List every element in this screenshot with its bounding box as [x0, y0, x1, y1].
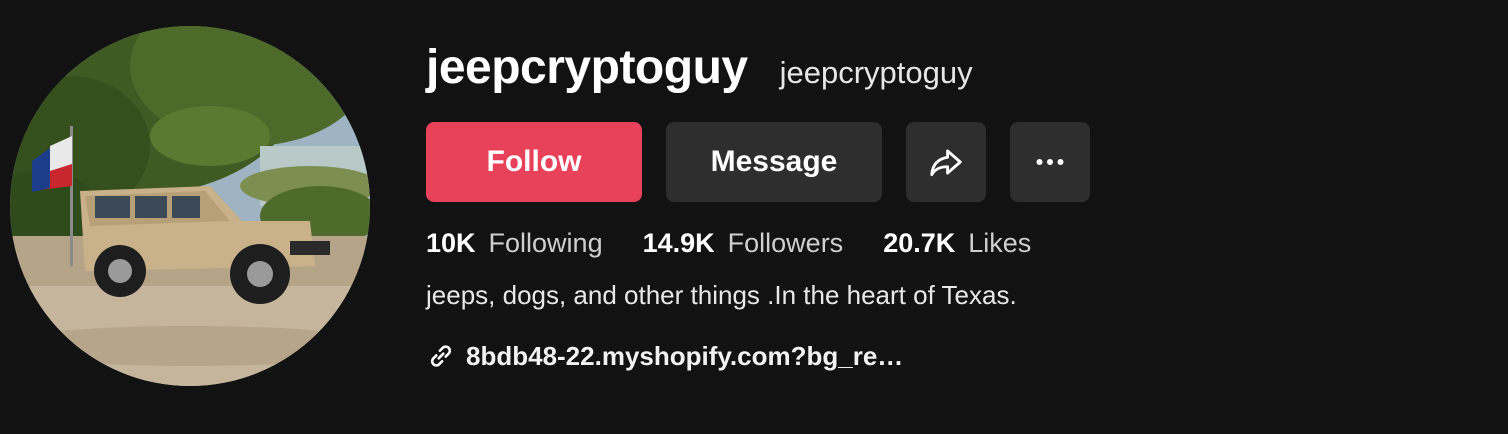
username: jeepcryptoguy — [426, 41, 748, 94]
action-buttons: Follow Message — [426, 122, 1090, 202]
following-label: Following — [488, 228, 603, 258]
more-button[interactable] — [1010, 122, 1090, 202]
followers-count: 14.9K — [642, 228, 715, 258]
stat-likes: 20.7K Likes — [883, 228, 1031, 259]
link-text[interactable]: 8bdb48-22.myshopify.com?bg_re… — [466, 341, 903, 372]
link-icon — [426, 341, 456, 371]
following-count: 10K — [426, 228, 476, 258]
likes-label: Likes — [968, 228, 1032, 258]
avatar[interactable] — [10, 26, 370, 386]
follow-button[interactable]: Follow — [426, 122, 642, 202]
profile-names: jeepcryptoguy jeepcryptoguy — [426, 40, 1090, 100]
profile-stats: 10K Following 14.9K Followers 20.7K Like… — [426, 228, 1090, 264]
jeep-photo-avatar-icon — [10, 26, 370, 386]
nickname: jeepcryptoguy — [779, 55, 973, 90]
profile-link[interactable]: 8bdb48-22.myshopify.com?bg_re… — [426, 338, 1090, 374]
stat-followers[interactable]: 14.9K Followers — [643, 228, 844, 259]
profile-info: jeepcryptoguy jeepcryptoguy Follow Messa… — [426, 40, 1090, 374]
more-icon — [1036, 159, 1064, 165]
share-button[interactable] — [906, 122, 986, 202]
share-icon — [930, 149, 962, 177]
likes-count: 20.7K — [883, 228, 956, 258]
profile-bio: jeeps, dogs, and other things .In the he… — [426, 280, 1017, 310]
followers-label: Followers — [727, 228, 844, 258]
stat-following[interactable]: 10K Following — [426, 228, 603, 259]
message-button[interactable]: Message — [666, 122, 882, 202]
profile-header: jeepcryptoguy jeepcryptoguy Follow Messa… — [0, 0, 1508, 434]
